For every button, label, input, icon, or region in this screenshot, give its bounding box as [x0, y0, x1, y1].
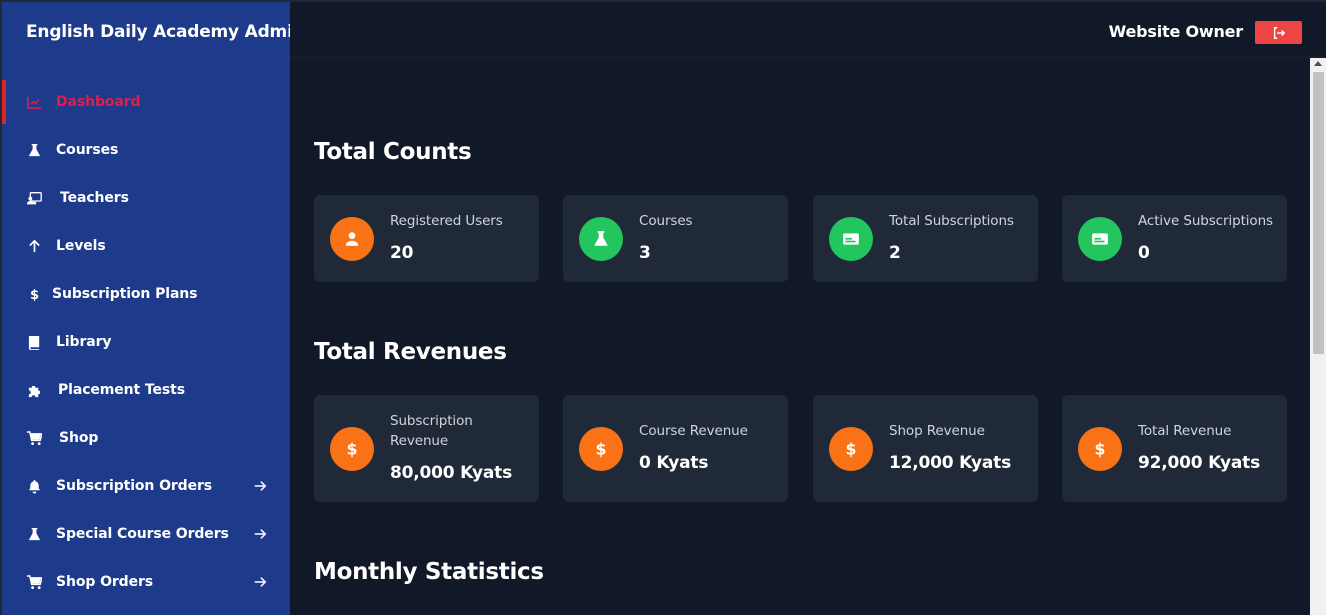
section-title-total-revenues: Total Revenues	[314, 339, 507, 365]
chart-line-icon	[26, 94, 42, 110]
main-content: Total Counts Registered Users 20 Courses…	[290, 58, 1310, 615]
sidebar-item-library[interactable]: Library	[2, 318, 290, 366]
arrow-right-icon	[252, 526, 268, 542]
card-label: Subscription Revenue	[390, 413, 473, 449]
card-label: Shop Revenue	[889, 423, 985, 439]
arrow-up-icon	[26, 238, 42, 254]
flask-icon	[579, 217, 623, 261]
sidebar-item-label: Library	[56, 334, 112, 350]
svg-text:$: $	[347, 440, 358, 458]
section-title-total-counts: Total Counts	[314, 139, 472, 165]
sidebar-item-placement-tests[interactable]: Placement Tests	[2, 366, 290, 414]
card-value: 0	[1138, 243, 1150, 263]
svg-text:$: $	[29, 288, 38, 302]
sidebar-item-label: Teachers	[60, 190, 129, 206]
card-value: 0 Kyats	[639, 453, 709, 473]
svg-text:$: $	[1095, 440, 1106, 458]
scrollbar-thumb[interactable]	[1313, 72, 1324, 354]
sidebar-item-dashboard[interactable]: Dashboard	[2, 78, 290, 126]
scroll-up-arrow-icon[interactable]	[1314, 61, 1322, 66]
flask-icon	[26, 526, 42, 542]
sign-out-icon	[1272, 26, 1286, 40]
svg-text:$: $	[846, 440, 857, 458]
sidebar-item-shop-orders[interactable]: Shop Orders	[2, 558, 290, 606]
sidebar-item-label: Shop Orders	[56, 574, 154, 590]
sidebar-item-label: Levels	[56, 238, 106, 254]
id-card-icon	[829, 217, 873, 261]
stat-card-total-subscriptions: Total Subscriptions 2	[813, 195, 1038, 282]
card-label: Courses	[639, 213, 693, 229]
dollar-icon: $	[330, 427, 374, 471]
sidebar-item-label: Placement Tests	[58, 382, 185, 398]
dollar-icon: $	[829, 427, 873, 471]
stat-card-total-revenue: $ Total Revenue 92,000 Kyats	[1062, 395, 1287, 502]
sidebar-item-label: Subscription Plans	[52, 286, 198, 302]
arrow-right-icon	[252, 478, 268, 494]
logout-button[interactable]	[1255, 21, 1302, 44]
stat-card-registered-users: Registered Users 20	[314, 195, 539, 282]
section-title-monthly-statistics: Monthly Statistics	[314, 559, 544, 585]
card-value: 12,000 Kyats	[889, 453, 1012, 473]
chalkboard-teacher-icon	[26, 190, 42, 206]
cart-icon	[26, 574, 42, 590]
stat-card-active-subscriptions: Active Subscriptions 0	[1062, 195, 1287, 282]
dollar-icon: $	[1078, 427, 1122, 471]
sidebar-item-teachers[interactable]: Teachers	[2, 174, 290, 222]
arrow-right-icon	[252, 574, 268, 590]
app-title: English Daily Academy Admin	[26, 22, 305, 42]
flask-icon	[26, 142, 42, 158]
sidebar-item-shop[interactable]: Shop	[2, 414, 290, 462]
card-value: 2	[889, 243, 901, 263]
sidebar: English Daily Academy Admin Dashboard Co…	[2, 2, 305, 615]
stat-card-subscription-revenue: $ Subscription Revenue 80,000 Kyats	[314, 395, 539, 502]
dollar-icon: $	[26, 286, 42, 302]
card-label: Course Revenue	[639, 423, 748, 439]
user-icon	[330, 217, 374, 261]
sidebar-item-label: Subscription Orders	[56, 478, 213, 494]
card-value: 3	[639, 243, 651, 263]
sidebar-item-courses[interactable]: Courses	[2, 126, 290, 174]
sidebar-item-subscription-orders[interactable]: Subscription Orders	[2, 462, 290, 510]
bell-icon	[26, 478, 42, 494]
sidebar-item-special-course-orders[interactable]: Special Course Orders	[2, 510, 290, 558]
sidebar-item-subscription-plans[interactable]: $ Subscription Plans	[2, 270, 290, 318]
user-name: Website Owner	[1108, 22, 1244, 41]
sidebar-item-label: Shop	[59, 430, 99, 446]
card-value: 20	[390, 243, 414, 263]
dollar-icon: $	[579, 427, 623, 471]
card-label: Registered Users	[390, 213, 503, 229]
card-label: Total Revenue	[1138, 423, 1232, 439]
card-value: 80,000 Kyats	[390, 463, 513, 483]
sidebar-nav: Dashboard Courses Teachers Levels $ Subs…	[2, 78, 290, 606]
sidebar-item-label: Special Course Orders	[56, 526, 229, 542]
sidebar-item-label: Dashboard	[56, 94, 141, 110]
cart-icon	[26, 430, 42, 446]
svg-text:$: $	[596, 440, 607, 458]
book-icon	[26, 334, 42, 350]
sidebar-item-levels[interactable]: Levels	[2, 222, 290, 270]
id-card-icon	[1078, 217, 1122, 261]
card-value: 92,000 Kyats	[1138, 453, 1261, 473]
stat-card-shop-revenue: $ Shop Revenue 12,000 Kyats	[813, 395, 1038, 502]
stat-card-course-revenue: $ Course Revenue 0 Kyats	[563, 395, 788, 502]
stat-card-courses: Courses 3	[563, 195, 788, 282]
card-label: Active Subscriptions	[1138, 213, 1273, 229]
puzzle-icon	[26, 382, 42, 398]
card-label: Total Subscriptions	[889, 213, 1014, 229]
top-bar: Website Owner	[290, 2, 1326, 58]
sidebar-item-label: Courses	[56, 142, 119, 158]
